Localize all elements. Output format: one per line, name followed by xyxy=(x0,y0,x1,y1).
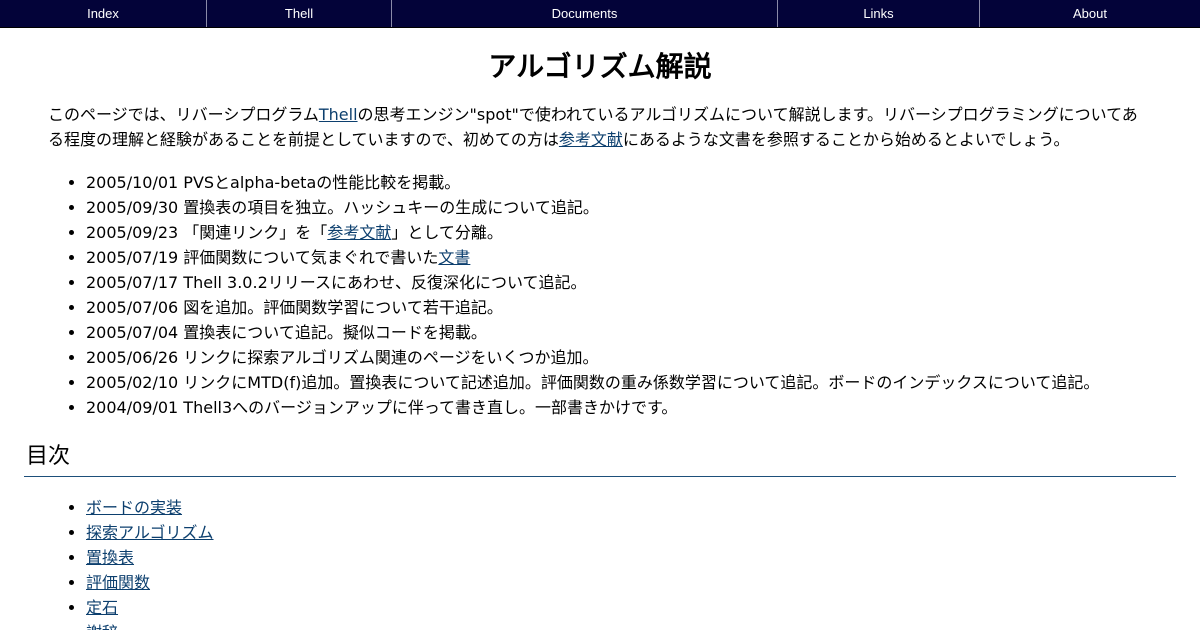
toc-link-opening-book[interactable]: 定石 xyxy=(86,598,118,617)
list-item: 2005/02/10 リンクにMTD(f)追加。置換表について記述追加。評価関数… xyxy=(86,370,1200,395)
list-item: 2005/10/01 PVSとalpha-betaの性能比較を掲載。 xyxy=(86,170,1200,195)
toc-heading: 目次 xyxy=(24,442,1176,477)
list-item-text: 」として分離。 xyxy=(391,223,503,242)
list-item: 2005/09/30 置換表の項目を独立。ハッシュキーの生成について追記。 xyxy=(86,195,1200,220)
nav-links[interactable]: Links xyxy=(778,0,980,27)
toc-item: 定石 xyxy=(86,595,1200,620)
toc-item: ボードの実装 xyxy=(86,495,1200,520)
thell-link[interactable]: Thell xyxy=(319,105,358,124)
toc-item: 謝辞 xyxy=(86,620,1200,630)
nav-documents[interactable]: Documents xyxy=(392,0,778,27)
references-link[interactable]: 参考文献 xyxy=(559,130,623,149)
update-history-list: 2005/10/01 PVSとalpha-betaの性能比較を掲載。 2005/… xyxy=(0,170,1200,420)
intro-text-1: このページでは、リバーシプログラム xyxy=(48,105,319,124)
list-item: 2005/07/06 図を追加。評価関数学習について若干追記。 xyxy=(86,295,1200,320)
toc-link-acknowledgements[interactable]: 謝辞 xyxy=(86,623,118,630)
list-item: 2005/07/19 評価関数について気まぐれで書いた文書 xyxy=(86,245,1200,270)
toc-link-transposition-table[interactable]: 置換表 xyxy=(86,548,134,567)
list-item: 2005/07/04 置換表について追記。擬似コードを掲載。 xyxy=(86,320,1200,345)
list-item: 2005/07/17 Thell 3.0.2リリースにあわせ、反復深化について追… xyxy=(86,270,1200,295)
table-of-contents: ボードの実装 探索アルゴリズム 置換表 評価関数 定石 謝辞 xyxy=(0,495,1200,630)
references-link[interactable]: 参考文献 xyxy=(327,223,391,242)
list-item-text: 2005/09/23 「関連リンク」を「 xyxy=(86,223,328,242)
toc-item: 評価関数 xyxy=(86,570,1200,595)
toc-item: 探索アルゴリズム xyxy=(86,520,1200,545)
list-item: 2005/09/23 「関連リンク」を「参考文献」として分離。 xyxy=(86,220,1200,245)
list-item-text: 2005/07/19 評価関数について気まぐれで書いた xyxy=(86,248,439,267)
toc-link-board[interactable]: ボードの実装 xyxy=(86,498,182,517)
top-navigation: Index Thell Documents Links About xyxy=(0,0,1200,28)
toc-item: 置換表 xyxy=(86,545,1200,570)
document-link[interactable]: 文書 xyxy=(438,248,470,267)
nav-about[interactable]: About xyxy=(980,0,1200,27)
intro-paragraph: このページでは、リバーシプログラムThellの思考エンジン"spot"で使われて… xyxy=(48,102,1152,152)
list-item: 2004/09/01 Thell3へのバージョンアップに伴って書き直し。一部書き… xyxy=(86,395,1200,420)
nav-thell[interactable]: Thell xyxy=(207,0,392,27)
intro-text-3: にあるような文書を参照することから始めるとよいでしょう。 xyxy=(622,130,1070,149)
list-item: 2005/06/26 リンクに探索アルゴリズム関連のページをいくつか追加。 xyxy=(86,345,1200,370)
nav-index[interactable]: Index xyxy=(0,0,207,27)
toc-link-search[interactable]: 探索アルゴリズム xyxy=(86,523,214,542)
toc-link-evaluation[interactable]: 評価関数 xyxy=(86,573,150,592)
page-title: アルゴリズム解説 xyxy=(488,50,712,83)
